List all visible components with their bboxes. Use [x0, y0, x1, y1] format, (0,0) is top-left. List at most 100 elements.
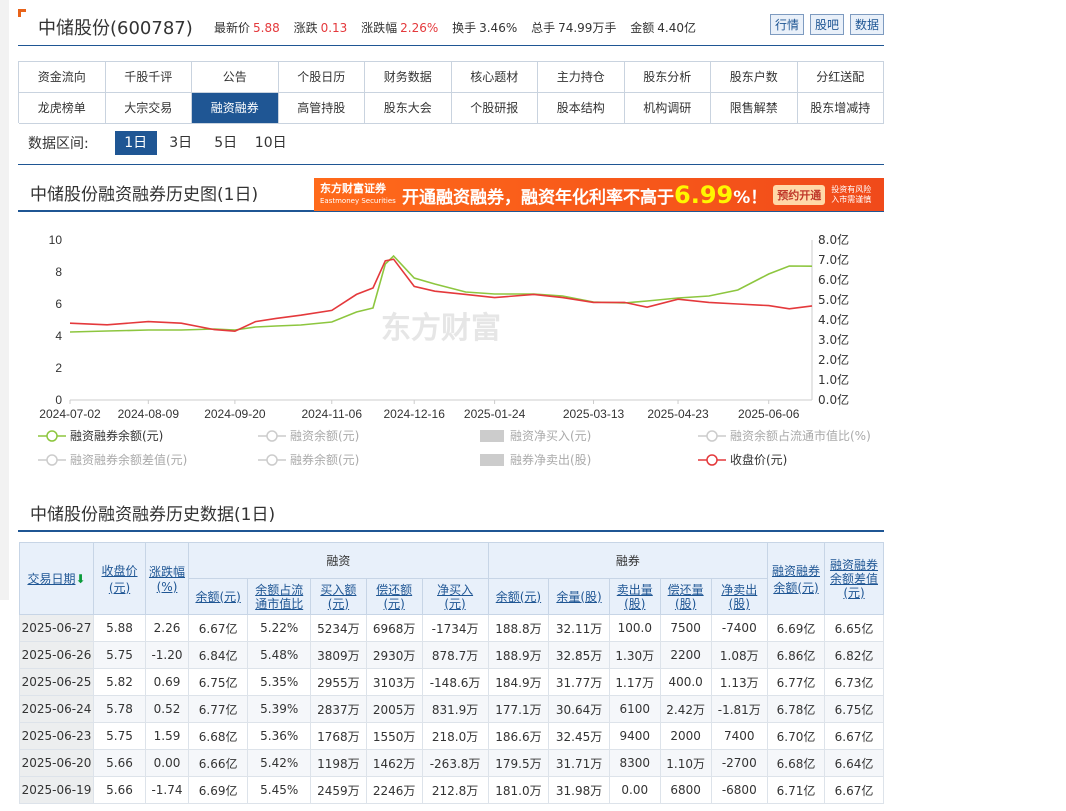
- table-cell: 1.30万: [608, 641, 661, 669]
- legend-bar-swatch: [480, 430, 504, 442]
- range-option-10d[interactable]: 10日: [250, 131, 292, 155]
- tab-item[interactable]: 限售解禁: [711, 93, 798, 124]
- tab-item[interactable]: 融资融券: [192, 93, 279, 124]
- tab-item[interactable]: 龙虎榜单: [19, 93, 106, 124]
- legend-label: 融券余额(元): [290, 452, 359, 467]
- turnover-value: 3.46%: [479, 21, 518, 35]
- table-cell: 1.59: [145, 722, 189, 750]
- table-cell: -1.20: [145, 641, 189, 669]
- table-cell: 6.86亿: [767, 641, 825, 669]
- tab-item[interactable]: 机构调研: [624, 93, 711, 124]
- table-cell: 6.70亿: [767, 722, 825, 750]
- tab-item[interactable]: 股东户数: [711, 62, 798, 93]
- col-rz-mcap-ratio[interactable]: 余额占流 通市值比: [247, 578, 312, 615]
- table-cell: 2930万: [365, 641, 423, 669]
- table-cell: 2025-06-20: [19, 749, 94, 777]
- data-button[interactable]: 数据: [849, 14, 884, 35]
- table-cell: 2025-06-19: [19, 776, 94, 804]
- table-cell: 1462万: [365, 749, 423, 777]
- tab-item[interactable]: 主力持仓: [538, 62, 625, 93]
- tab-item[interactable]: 核心题材: [451, 62, 538, 93]
- table-cell: 1768万: [310, 722, 367, 750]
- table-cell: 1.10万: [659, 749, 712, 777]
- col-rz-balance[interactable]: 余额(元): [187, 578, 249, 615]
- table-cell: 179.5万: [487, 749, 550, 777]
- col-rq-volume[interactable]: 余量(股): [548, 578, 610, 615]
- col-rq-balance[interactable]: 余额(元): [487, 578, 550, 615]
- tab-item[interactable]: 资金流向: [19, 62, 106, 93]
- x-tick-label: 2024-12-16: [384, 407, 446, 421]
- table-cell: 186.6万: [487, 722, 550, 750]
- table-cell: 1.17万: [608, 668, 661, 696]
- banner-cta-button[interactable]: 预约开通: [773, 184, 826, 205]
- col-rz-repay[interactable]: 偿还额 (元): [365, 578, 423, 615]
- table-cell: 5.22%: [247, 614, 312, 642]
- table-row: 2025-06-27 5.88 2.26 6.67亿 5.22% 5234万 6968万 -1…: [19, 614, 884, 642]
- col-total-balance[interactable]: 融资融券 余额(元): [767, 542, 825, 615]
- table-cell: 6.67亿: [824, 722, 884, 750]
- col-rq-sell[interactable]: 卖出量 (股): [608, 578, 661, 615]
- legend-label: 融资净买入(元): [510, 429, 591, 443]
- table-row: 2025-06-20 5.66 0.00 6.66亿 5.42% 1198万 1462万 -2…: [19, 749, 884, 777]
- tab-item[interactable]: 千股千评: [105, 62, 192, 93]
- guba-button[interactable]: 股吧: [809, 14, 844, 35]
- table-cell: 5.75: [93, 641, 146, 669]
- col-rq-net-sell[interactable]: 净卖出 (股): [710, 578, 769, 615]
- table-cell: 5.45%: [247, 776, 312, 804]
- table-cell: 6.77亿: [767, 668, 825, 696]
- range-option-5d[interactable]: 5日: [205, 131, 247, 155]
- banner-risk-note: 投资有风险 入市需谨慎: [831, 184, 872, 204]
- range-option-1d[interactable]: 1日: [114, 131, 157, 155]
- tab-item[interactable]: 公告: [192, 62, 279, 93]
- tab-item[interactable]: 股东大会: [365, 93, 452, 124]
- tab-item[interactable]: 股东分析: [624, 62, 711, 93]
- table-cell: 6.67亿: [187, 614, 249, 642]
- tab-item[interactable]: 股本结构: [538, 93, 625, 124]
- col-change-pct[interactable]: 涨跌幅 (%): [145, 542, 189, 615]
- margin-history-chart: 东方财富 10 8 6 4 2 0 8.0亿 7.0亿 6.0亿 5.0亿 4.0亿 3.0亿 2.0亿 1…: [18, 224, 884, 474]
- range-selector: 数据区间: 1日 3日 5日 10日: [28, 130, 295, 156]
- chart-svg: 东方财富 10 8 6 4 2 0 8.0亿 7.0亿 6.0亿 5.0亿 4.0亿 3.0亿 2.0亿 1…: [38, 232, 871, 467]
- quote-button[interactable]: 行情: [769, 14, 804, 35]
- table-cell: 5.75: [93, 722, 146, 750]
- y-left-tick-label: 8: [55, 265, 62, 279]
- table-cell: 2.26: [145, 614, 189, 642]
- tab-item[interactable]: 个股研报: [451, 93, 538, 124]
- tab-item[interactable]: 财务数据: [365, 62, 452, 93]
- col-rz-buy[interactable]: 买入额 (元): [310, 578, 367, 615]
- table-cell: 8300: [608, 749, 661, 777]
- table-cell: 6.82亿: [824, 641, 884, 669]
- col-close[interactable]: 收盘价 (元): [93, 542, 146, 615]
- table-cell: 5.82: [93, 668, 146, 696]
- tab-item[interactable]: 大宗交易: [105, 93, 192, 124]
- col-date[interactable]: 交易日期⬇: [19, 542, 94, 615]
- tab-item[interactable]: 分红送配: [797, 62, 884, 93]
- chart-watermark: 东方财富: [381, 311, 501, 346]
- col-rz-net-buy[interactable]: 净买入 (元): [421, 578, 489, 615]
- tab-item[interactable]: 股东增减持: [797, 93, 884, 124]
- margin-ad-banner[interactable]: 东方财富证券 Eastmoney Securities 开通融资融券，融资年化利率…: [314, 178, 884, 211]
- col-balance-diff[interactable]: 融资融券 余额差值 (元): [824, 542, 884, 615]
- table-cell: 0.00: [608, 776, 661, 804]
- table-cell: 0.52: [145, 695, 189, 723]
- divider: [18, 164, 884, 165]
- table-cell: 2025-06-25: [19, 668, 94, 696]
- table-cell: -1.81万: [710, 695, 769, 723]
- col-rq-repay[interactable]: 偿还量 (股): [659, 578, 712, 615]
- pct-label: 涨跌幅: [361, 21, 398, 35]
- table-cell: 6.84亿: [187, 641, 249, 669]
- y-right-tick-label: 7.0亿: [818, 252, 849, 267]
- table-cell: 878.7万: [421, 641, 489, 669]
- table-cell: 6.67亿: [824, 776, 884, 804]
- range-option-3d[interactable]: 3日: [160, 131, 202, 155]
- table-cell: 2246万: [365, 776, 423, 804]
- table-cell: 6968万: [365, 614, 423, 642]
- table-cell: 2955万: [310, 668, 367, 696]
- change-label: 涨跌: [293, 21, 318, 35]
- tab-item[interactable]: 高管持股: [278, 93, 365, 124]
- amount-value: 4.40亿: [657, 21, 697, 35]
- table-row: 2025-06-26 5.75 -1.20 6.84亿 5.48% 3809万 2930万 8…: [19, 641, 884, 669]
- y-left-tick-label: 10: [49, 233, 63, 247]
- table-cell: 7400: [710, 722, 769, 750]
- tab-item[interactable]: 个股日历: [278, 62, 365, 93]
